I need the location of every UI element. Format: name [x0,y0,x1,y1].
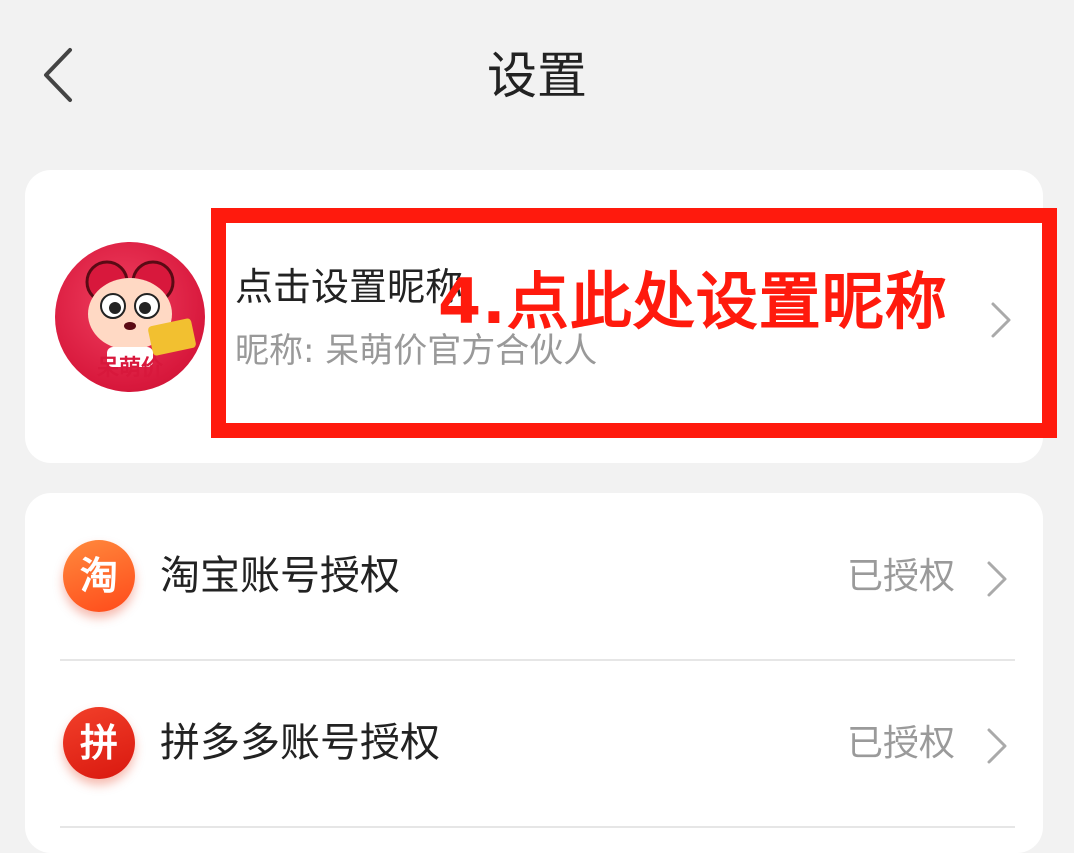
pinduoduo-authorization-status: 已授权 [846,723,955,764]
divider [60,826,1015,828]
pinduoduo-icon: 拼 [63,707,135,779]
pinduoduo-authorization-row[interactable]: 拼 拼多多账号授权 已授权 [25,660,1043,826]
header-bar: 设置 [0,0,1074,150]
pinduoduo-authorization-label: 拼多多账号授权 [160,720,440,766]
taobao-icon: 淘 [63,540,135,612]
annotation-label: 4.点此处设置昵称 [438,265,948,338]
taobao-authorization-status: 已授权 [846,556,955,597]
page-title: 设置 [487,47,587,105]
avatar-logo-text: 呆萌价 [96,356,163,381]
avatar[interactable]: 呆萌价 [55,242,205,392]
taobao-authorization-row[interactable]: 淘 淘宝账号授权 已授权 [25,493,1043,659]
chevron-right-icon [987,728,1007,764]
authorization-card: 淘 淘宝账号授权 已授权 拼 拼多多账号授权 已授权 [25,493,1043,853]
taobao-authorization-label: 淘宝账号授权 [160,553,400,599]
chevron-right-icon [987,561,1007,597]
